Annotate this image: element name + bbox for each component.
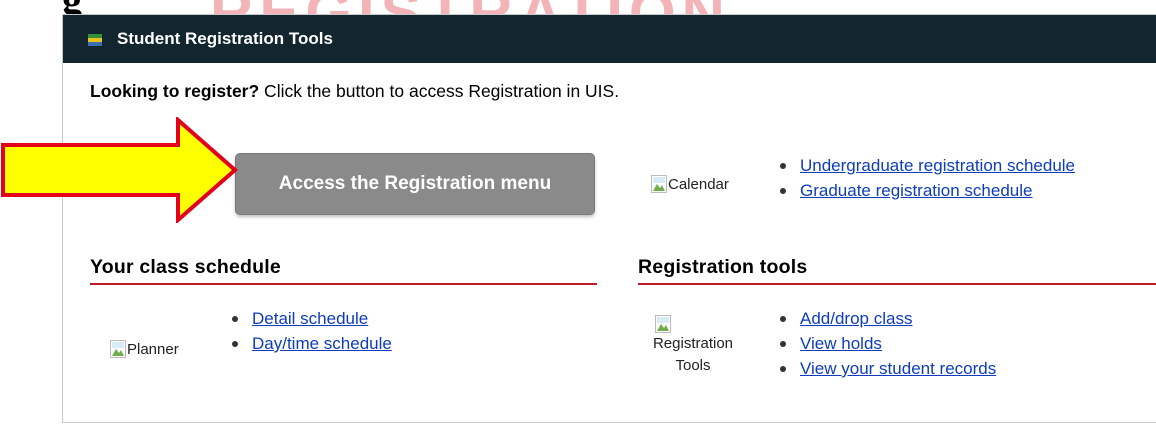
class-schedule-divider: [90, 283, 597, 285]
background-watermark: REGISTRATION: [210, 0, 731, 14]
access-registration-menu-button[interactable]: Access the Registration menu: [235, 153, 595, 215]
broken-image-icon: [651, 175, 667, 193]
add-drop-class-link[interactable]: Add/drop class: [800, 309, 912, 328]
list-item: Day/time schedule: [225, 331, 392, 356]
list-item: Undergraduate registration schedule: [773, 153, 1075, 178]
graduate-schedule-link[interactable]: Graduate registration schedule: [800, 181, 1032, 200]
background-banner: g REGISTRATION: [0, 0, 1156, 14]
registration-tools-divider: [638, 283, 1156, 285]
calendar-links: Undergraduate registration schedule Grad…: [773, 153, 1075, 203]
registration-tools-heading: Registration tools: [638, 256, 808, 278]
list-item: View your student records: [773, 356, 996, 381]
panel-header: Student Registration Tools: [63, 15, 1156, 63]
list-item: Detail schedule: [225, 306, 392, 331]
registration-tools-image-alt-line2: Tools: [675, 357, 711, 374]
registration-tools-image: Registration Tools: [643, 315, 743, 377]
undergraduate-schedule-link[interactable]: Undergraduate registration schedule: [800, 156, 1075, 175]
class-schedule-links: Detail schedule Day/time schedule: [225, 306, 392, 356]
intro-bold: Looking to register?: [90, 81, 260, 101]
page-heading-fragment: g: [62, 0, 82, 14]
broken-image-icon: [655, 315, 671, 333]
detail-schedule-link[interactable]: Detail schedule: [252, 309, 368, 328]
view-student-records-link[interactable]: View your student records: [800, 359, 996, 378]
class-schedule-heading: Your class schedule: [90, 256, 281, 278]
registration-tools-image-alt-line1: Registration: [652, 335, 734, 352]
flag-icon: [88, 34, 102, 46]
intro-text: Looking to register? Click the button to…: [90, 81, 619, 102]
day-time-schedule-link[interactable]: Day/time schedule: [252, 334, 392, 353]
list-item: View holds: [773, 331, 996, 356]
pointer-arrow-icon: [1, 117, 239, 223]
list-item: Graduate registration schedule: [773, 178, 1075, 203]
broken-image-icon: [110, 340, 126, 358]
calendar-image-alt: Calendar: [668, 175, 729, 193]
registration-tools-links: Add/drop class View holds View your stud…: [773, 306, 996, 381]
planner-image: Planner: [110, 340, 179, 358]
panel-title: Student Registration Tools: [117, 29, 333, 48]
intro-rest: Click the button to access Registration …: [259, 81, 620, 101]
planner-image-alt: Planner: [127, 340, 179, 358]
list-item: Add/drop class: [773, 306, 996, 331]
calendar-image: Calendar: [651, 175, 729, 193]
view-holds-link[interactable]: View holds: [800, 334, 882, 353]
